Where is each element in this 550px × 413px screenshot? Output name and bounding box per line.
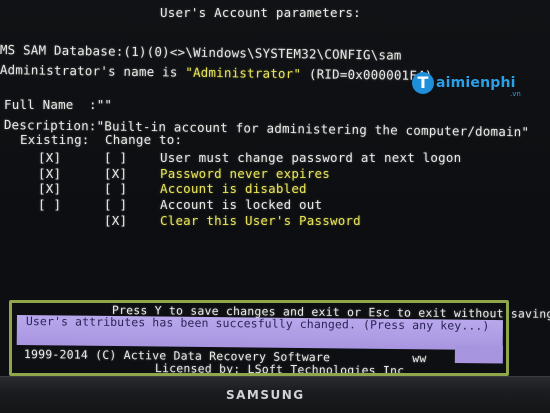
option-existing-checkbox: [X] — [38, 150, 62, 165]
option-change-checkbox[interactable]: [ ] — [104, 150, 127, 165]
option-label: Account is disabled — [160, 181, 307, 196]
admin-name-value: "Administrator" — [185, 64, 302, 82]
option-change-checkbox[interactable]: [ ] — [104, 181, 127, 196]
monitor-brand-logo: SAMSUNG — [226, 388, 305, 402]
administrator-name-line: Administrator's name is "Administrator" … — [0, 62, 433, 83]
annotation-highlight-box — [9, 300, 509, 376]
watermark-logo: T aimienphi .vn — [412, 70, 542, 100]
option-change-checkbox[interactable]: [X] — [104, 166, 127, 181]
monitor-photo: User's Account parameters: MS SAM Databa… — [0, 0, 550, 413]
option-existing-checkbox: [X] — [38, 166, 62, 181]
page-title: User's Account parameters: — [160, 5, 361, 20]
option-change-checkbox[interactable]: [X] — [104, 213, 127, 228]
option-row-password-never-expires[interactable]: [X] [X] Password never expires — [0, 166, 550, 182]
option-label: Account is locked out — [160, 197, 323, 212]
watermark-text: aimienphi — [436, 75, 516, 91]
watermark-sub: .vn — [510, 90, 521, 98]
option-existing-checkbox: [ ] — [38, 197, 62, 212]
options-column-header: Existing: Change to: — [20, 132, 183, 147]
option-existing-checkbox: [X] — [38, 181, 62, 196]
admin-name-prefix: Administrator's name is — [0, 62, 186, 80]
option-label: Password never expires — [160, 166, 330, 181]
option-row-account-locked-out[interactable]: [ ] [ ] Account is locked out — [0, 197, 550, 213]
description-label: Description: — [3, 117, 97, 134]
watermark-logo-icon: T — [412, 72, 434, 94]
option-change-checkbox[interactable]: [ ] — [104, 197, 127, 212]
sam-database-path: MS SAM Database:(1)(0)<>\Windows\SYSTEM3… — [0, 42, 402, 63]
option-label: User must change password at next logon — [160, 150, 462, 165]
option-row-must-change-password[interactable]: [X] [ ] User must change password at nex… — [0, 150, 550, 166]
option-label: Clear this User's Password — [160, 213, 361, 228]
option-row-clear-password[interactable]: [X] Clear this User's Password — [0, 213, 550, 229]
option-row-account-disabled[interactable]: [X] [ ] Account is disabled — [0, 181, 550, 197]
full-name-line: Full Name :"" — [4, 97, 113, 112]
